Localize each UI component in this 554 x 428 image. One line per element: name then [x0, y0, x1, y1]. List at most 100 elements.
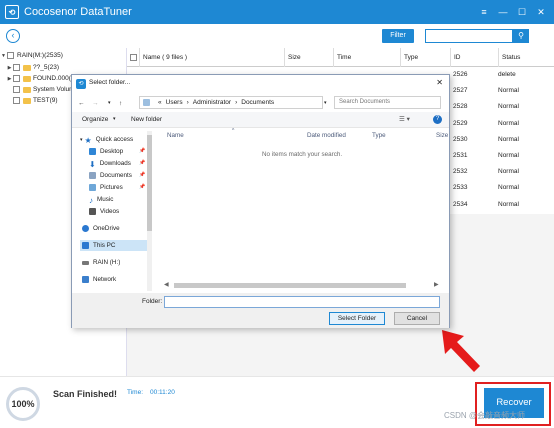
- folder-icon: [143, 99, 150, 106]
- tree-item[interactable]: ▶ ??_5(23): [6, 62, 59, 73]
- up-arrow-icon[interactable]: ↑: [119, 97, 122, 109]
- tree-item-label: System Volum: [33, 86, 75, 93]
- nav-scrollbar[interactable]: [147, 131, 152, 291]
- nav-music[interactable]: ♪ Music: [89, 194, 113, 205]
- table-row[interactable]: 2530 Normal: [450, 132, 554, 148]
- folder-input[interactable]: [164, 296, 440, 308]
- search-button[interactable]: ⚲: [513, 29, 529, 43]
- scrollbar-thumb[interactable]: [147, 135, 152, 231]
- column-header-id[interactable]: ID: [450, 48, 498, 67]
- chevron-right-icon[interactable]: ▶: [6, 65, 13, 71]
- chevron-down-icon[interactable]: ▼: [0, 53, 7, 59]
- cancel-button[interactable]: Cancel: [394, 312, 440, 325]
- select-all-checkbox[interactable]: [130, 54, 137, 61]
- tree-item[interactable]: TEST(9): [6, 95, 58, 106]
- column-size[interactable]: Size: [436, 132, 448, 143]
- tree-item[interactable]: System Volum: [6, 84, 75, 95]
- table-row[interactable]: 2527 Normal: [450, 83, 554, 99]
- table-row[interactable]: 2528 Normal: [450, 99, 554, 115]
- new-folder-button[interactable]: New folder: [131, 116, 162, 123]
- minimize-icon[interactable]: —: [494, 7, 512, 17]
- breadcrumb-administrator[interactable]: Administrator: [193, 99, 231, 106]
- table-row[interactable]: 2533 Normal: [450, 180, 554, 196]
- nav-videos[interactable]: Videos: [89, 206, 119, 217]
- nav-downloads[interactable]: ⬇ Downloads: [89, 158, 131, 169]
- history-chevron-icon[interactable]: ▾: [108, 97, 111, 109]
- scroll-left-icon[interactable]: ◀: [164, 281, 169, 288]
- annotation-arrow-icon: [442, 330, 480, 372]
- table-row[interactable]: 2532 Normal: [450, 164, 554, 180]
- table-row[interactable]: 2531 Normal: [450, 148, 554, 164]
- nav-onedrive[interactable]: OneDrive: [82, 223, 120, 234]
- maximize-icon[interactable]: ☐: [513, 7, 531, 18]
- folder-icon: [23, 97, 31, 104]
- view-options-icon[interactable]: ☰ ▾: [399, 115, 410, 123]
- breadcrumb-users[interactable]: Users: [166, 99, 183, 106]
- tree-checkbox[interactable]: [7, 52, 14, 59]
- tree-checkbox[interactable]: [13, 97, 20, 104]
- folder-label: Folder:: [142, 298, 163, 305]
- dialog-title-bar: ⟲ Select folder... ✕: [72, 75, 449, 93]
- nav-desktop[interactable]: Desktop: [89, 146, 123, 157]
- table-row[interactable]: 2526 delete: [450, 67, 554, 83]
- tree-checkbox[interactable]: [13, 86, 20, 93]
- forward-arrow-icon[interactable]: →: [92, 97, 99, 109]
- tree-checkbox[interactable]: [13, 75, 20, 82]
- menu-icon[interactable]: ≡: [475, 7, 493, 17]
- chevron-down-icon[interactable]: ▾: [80, 137, 83, 143]
- app-logo-icon: ⟲: [5, 5, 19, 19]
- dialog-title: Select folder...: [89, 79, 131, 86]
- column-date-modified[interactable]: Date modified: [307, 132, 346, 143]
- sort-arrow-icon: ^: [232, 128, 235, 134]
- tree-item-label: RAIN(M:)(2535): [17, 52, 63, 59]
- nav-this-pc[interactable]: This PC: [80, 240, 152, 251]
- tree-item-rain[interactable]: ▼ RAIN(M:)(2535): [0, 50, 63, 61]
- chevron-right-icon: ›: [235, 99, 238, 106]
- nav-quick-access[interactable]: ▾ ★ Quick access: [80, 134, 133, 145]
- close-icon[interactable]: ✕: [436, 78, 443, 87]
- chevron-right-icon[interactable]: ▶: [6, 76, 13, 82]
- pin-icon[interactable]: 📌: [139, 160, 145, 166]
- column-name[interactable]: Name: [167, 132, 184, 143]
- close-icon[interactable]: ✕: [532, 7, 550, 18]
- nav-rain-drive[interactable]: RAIN (H:): [82, 257, 120, 268]
- nav-pictures[interactable]: Pictures: [89, 182, 123, 193]
- dialog-search-input[interactable]: Search Documents: [334, 96, 441, 109]
- column-header-size[interactable]: Size: [284, 48, 333, 67]
- progress-indicator: 100%: [6, 387, 40, 421]
- pin-icon[interactable]: 📌: [139, 184, 145, 190]
- nav-documents[interactable]: Documents: [89, 170, 132, 181]
- chevron-down-icon[interactable]: ▾: [113, 116, 116, 122]
- breadcrumb-documents[interactable]: Documents: [241, 99, 274, 106]
- table-row[interactable]: 2529 Normal: [450, 116, 554, 132]
- watermark: CSDN @会敲音频大师: [444, 411, 526, 420]
- column-header-name[interactable]: Name ( 9 files ): [139, 48, 285, 67]
- tree-item[interactable]: ▶ FOUND.000(2: [6, 73, 75, 84]
- column-type[interactable]: Type: [372, 132, 386, 143]
- column-header-time[interactable]: Time: [333, 48, 400, 67]
- tree-checkbox[interactable]: [13, 64, 20, 71]
- search-input[interactable]: [425, 29, 513, 43]
- back-button[interactable]: ‹: [6, 29, 20, 43]
- nav-network[interactable]: Network: [82, 274, 116, 285]
- back-arrow-icon[interactable]: ←: [78, 97, 85, 109]
- column-header-type[interactable]: Type: [400, 48, 450, 67]
- pin-icon[interactable]: 📌: [139, 148, 145, 154]
- scroll-right-icon[interactable]: ▶: [434, 281, 439, 288]
- help-icon[interactable]: ?: [433, 115, 442, 124]
- column-header-status[interactable]: Status: [498, 48, 554, 67]
- filter-button[interactable]: Filter: [382, 29, 414, 43]
- drive-icon: [82, 260, 89, 265]
- cloud-icon: [82, 225, 89, 232]
- horizontal-scrollbar[interactable]: ◀ ▶: [162, 281, 442, 290]
- select-folder-button[interactable]: Select Folder: [329, 312, 385, 325]
- scrollbar-thumb[interactable]: [174, 283, 406, 288]
- dialog-footer: Folder: Select Folder Cancel: [72, 293, 449, 328]
- pin-icon[interactable]: 📌: [139, 172, 145, 178]
- address-bar[interactable]: « Users › Administrator › Documents: [139, 96, 323, 109]
- pictures-icon: [89, 184, 96, 191]
- dropdown-chevron-icon[interactable]: ▾: [324, 97, 327, 109]
- table-row[interactable]: 2534 Normal: [450, 197, 554, 213]
- toolbar: ‹ Filter ⚲: [0, 24, 554, 48]
- organize-menu[interactable]: Organize: [82, 116, 108, 123]
